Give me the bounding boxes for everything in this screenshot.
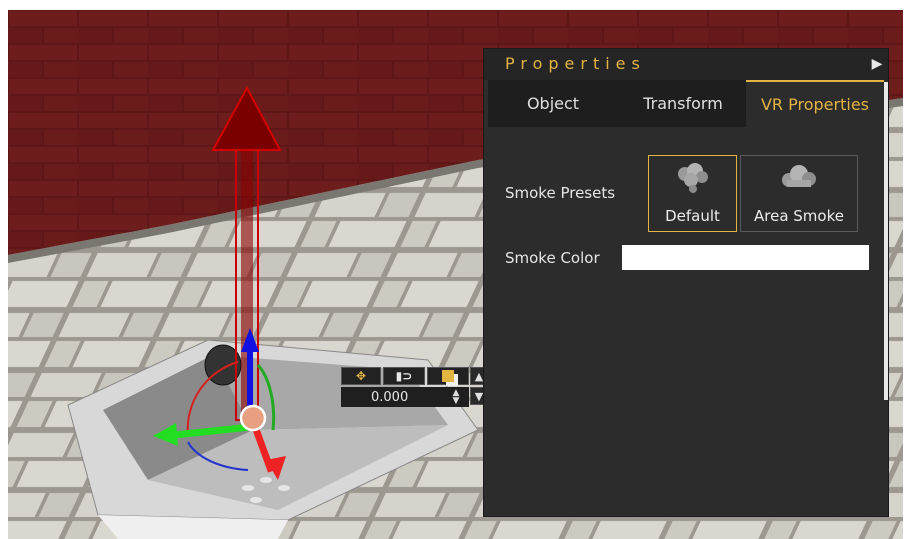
snap-button[interactable]: ▮⊃: [383, 367, 425, 385]
spinner-down-icon: ▼: [452, 396, 460, 406]
panel-header: Properties ▶: [484, 49, 888, 80]
preset-area-smoke-button[interactable]: Area Smoke: [740, 155, 858, 232]
snap-icon: ▮⊃: [395, 369, 413, 383]
value-spinner[interactable]: ▲ ▼: [449, 389, 463, 406]
tab-object[interactable]: Object: [488, 80, 618, 127]
move-mode-button[interactable]: ✥: [341, 367, 381, 385]
panel-title: Properties: [505, 54, 646, 73]
smoke-cloud-icon: [677, 163, 708, 193]
collapse-panel-icon[interactable]: ▶: [870, 56, 884, 72]
preset-area-smoke-label: Area Smoke: [754, 207, 844, 225]
local-global-icon: [442, 370, 454, 382]
smoke-color-label: Smoke Color: [505, 249, 600, 267]
smoke-color-swatch[interactable]: [622, 245, 869, 270]
tab-vr-properties[interactable]: VR Properties: [746, 80, 884, 127]
preset-default-button[interactable]: Default: [648, 155, 737, 232]
move-icon: ✥: [355, 369, 367, 383]
preset-default-label: Default: [665, 207, 720, 225]
properties-panel: Properties ▶ Object Transform VR Propert…: [483, 48, 889, 517]
tab-bar: Object Transform VR Properties: [488, 80, 884, 127]
local-global-button[interactable]: [427, 367, 469, 385]
gizmo-toolbar: ✥ ▮⊃ ▲ 0.000 ▲ ▼ ▼: [341, 367, 489, 407]
smoke-cloud-icon: [782, 165, 816, 187]
tab-transform[interactable]: Transform: [618, 80, 748, 127]
smoke-presets-label: Smoke Presets: [505, 184, 616, 202]
panel-scrollbar[interactable]: [884, 82, 888, 400]
